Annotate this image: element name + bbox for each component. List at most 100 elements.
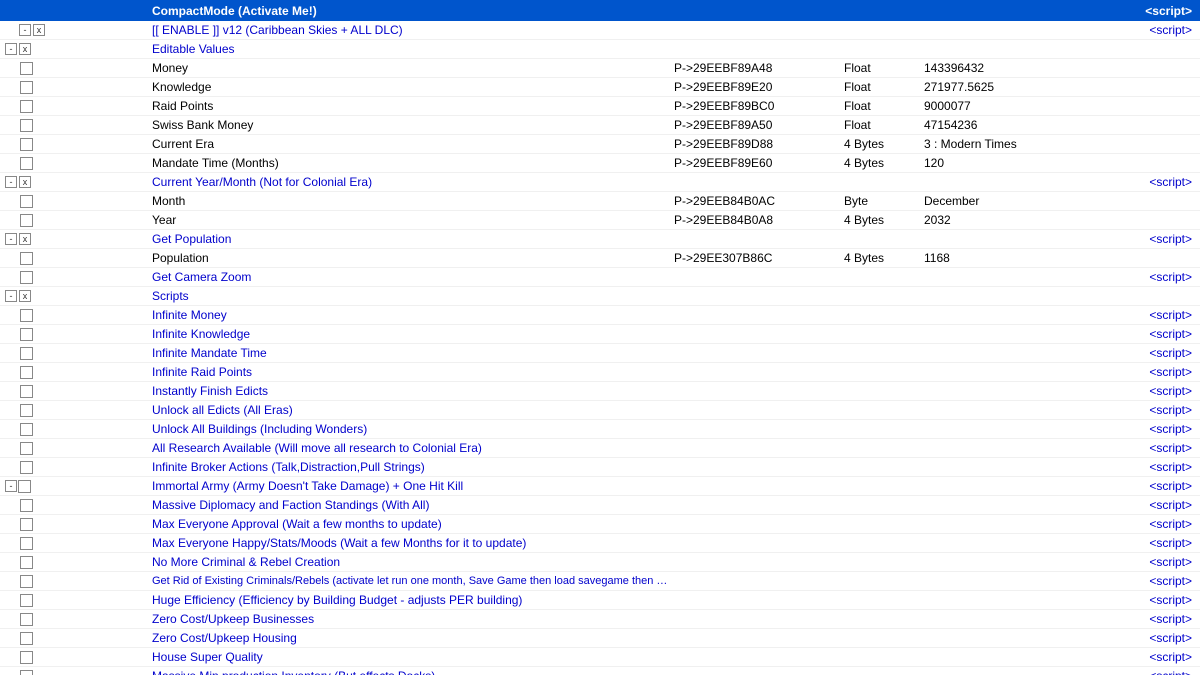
zero-cost-housing-row: Zero Cost/Upkeep Housing <script> bbox=[0, 629, 1200, 648]
unlock-edicts-checkbox[interactable] bbox=[20, 404, 33, 417]
editable-expand2[interactable]: x bbox=[19, 43, 31, 55]
year-month-expand2[interactable]: x bbox=[19, 176, 31, 188]
population-value[interactable]: 1168 bbox=[920, 251, 1120, 265]
huge-efficiency-label: Huge Efficiency (Efficiency by Building … bbox=[150, 593, 670, 607]
enable-expand2[interactable]: x bbox=[33, 24, 45, 36]
zero-cost-business-checkbox[interactable] bbox=[20, 613, 33, 626]
year-month-label: Current Year/Month (Not for Colonial Era… bbox=[150, 175, 670, 189]
year-value[interactable]: 2032 bbox=[920, 213, 1120, 227]
money-address: P->29EEBF89A48 bbox=[670, 61, 840, 75]
no-criminal-script: <script> bbox=[1120, 555, 1200, 569]
huge-efficiency-checkbox[interactable] bbox=[20, 594, 33, 607]
year-type: 4 Bytes bbox=[840, 213, 920, 227]
swiss-bank-value[interactable]: 47154236 bbox=[920, 118, 1120, 132]
month-type: Byte bbox=[840, 194, 920, 208]
current-era-checkbox[interactable] bbox=[20, 138, 33, 151]
money-row: Money P->29EEBF89A48 Float 143396432 bbox=[0, 59, 1200, 78]
infinite-broker-script: <script> bbox=[1120, 460, 1200, 474]
all-research-checkbox[interactable] bbox=[20, 442, 33, 455]
population-expand2[interactable]: x bbox=[19, 233, 31, 245]
house-super-quality-checkbox[interactable] bbox=[20, 651, 33, 664]
finish-edicts-checkbox[interactable] bbox=[20, 385, 33, 398]
immortal-army-checkbox[interactable] bbox=[18, 480, 31, 493]
current-era-address: P->29EEBF89D88 bbox=[670, 137, 840, 151]
huge-efficiency-script: <script> bbox=[1120, 593, 1200, 607]
month-address: P->29EEB84B0AC bbox=[670, 194, 840, 208]
enable-expand[interactable]: - bbox=[19, 24, 31, 36]
current-era-row: Current Era P->29EEBF89D88 4 Bytes 3 : M… bbox=[0, 135, 1200, 154]
infinite-broker-label: Infinite Broker Actions (Talk,Distractio… bbox=[150, 460, 670, 474]
current-era-type: 4 Bytes bbox=[840, 137, 920, 151]
camera-zoom-checkbox[interactable] bbox=[20, 271, 33, 284]
knowledge-type: Float bbox=[840, 80, 920, 94]
unlock-buildings-checkbox[interactable] bbox=[20, 423, 33, 436]
main-container[interactable]: CompactMode (Activate Me!) <script> - x … bbox=[0, 0, 1200, 675]
finish-edicts-label: Instantly Finish Edicts bbox=[150, 384, 670, 398]
month-checkbox[interactable] bbox=[20, 195, 33, 208]
year-checkbox[interactable] bbox=[20, 214, 33, 227]
scripts-label: Scripts bbox=[150, 289, 670, 303]
infinite-knowledge-checkbox[interactable] bbox=[20, 328, 33, 341]
camera-zoom-script: <script> bbox=[1120, 270, 1200, 284]
infinite-broker-row: Infinite Broker Actions (Talk,Distractio… bbox=[0, 458, 1200, 477]
infinite-raid-checkbox[interactable] bbox=[20, 366, 33, 379]
scripts-expand2[interactable]: x bbox=[19, 290, 31, 302]
get-rid-criminals-checkbox[interactable] bbox=[20, 575, 33, 588]
house-super-quality-script: <script> bbox=[1120, 650, 1200, 664]
swiss-bank-row: Swiss Bank Money P->29EEBF89A50 Float 47… bbox=[0, 116, 1200, 135]
month-value[interactable]: December bbox=[920, 194, 1120, 208]
finish-edicts-row: Instantly Finish Edicts <script> bbox=[0, 382, 1200, 401]
editable-expand[interactable]: - bbox=[5, 43, 17, 55]
no-criminal-checkbox[interactable] bbox=[20, 556, 33, 569]
unlock-buildings-row: Unlock All Buildings (Including Wonders)… bbox=[0, 420, 1200, 439]
mandate-time-checkbox[interactable] bbox=[20, 157, 33, 170]
infinite-money-label: Infinite Money bbox=[150, 308, 670, 322]
population-row: Population P->29EE307B86C 4 Bytes 1168 bbox=[0, 249, 1200, 268]
infinite-knowledge-row: Infinite Knowledge <script> bbox=[0, 325, 1200, 344]
immortal-army-expand[interactable]: - bbox=[5, 480, 17, 492]
population-section-label: Get Population bbox=[150, 232, 670, 246]
raid-points-label: Raid Points bbox=[150, 99, 670, 113]
max-approval-script: <script> bbox=[1120, 517, 1200, 531]
house-super-quality-row: House Super Quality <script> bbox=[0, 648, 1200, 667]
mandate-time-value[interactable]: 120 bbox=[920, 156, 1120, 170]
year-month-script: <script> bbox=[1120, 175, 1200, 189]
money-checkbox[interactable] bbox=[20, 62, 33, 75]
enable-script: <script> bbox=[1120, 23, 1200, 37]
massive-inventory-checkbox[interactable] bbox=[20, 670, 33, 675]
raid-points-checkbox[interactable] bbox=[20, 100, 33, 113]
current-era-value[interactable]: 3 : Modern Times bbox=[920, 137, 1120, 151]
max-approval-row: Max Everyone Approval (Wait a few months… bbox=[0, 515, 1200, 534]
zero-cost-housing-script: <script> bbox=[1120, 631, 1200, 645]
population-type: 4 Bytes bbox=[840, 251, 920, 265]
max-approval-checkbox[interactable] bbox=[20, 518, 33, 531]
knowledge-value[interactable]: 271977.5625 bbox=[920, 80, 1120, 94]
money-value[interactable]: 143396432 bbox=[920, 61, 1120, 75]
zero-cost-business-label: Zero Cost/Upkeep Businesses bbox=[150, 612, 670, 626]
infinite-mandate-script: <script> bbox=[1120, 346, 1200, 360]
infinite-money-checkbox[interactable] bbox=[20, 309, 33, 322]
population-expand[interactable]: - bbox=[5, 233, 17, 245]
knowledge-checkbox[interactable] bbox=[20, 81, 33, 94]
year-row: Year P->29EEB84B0A8 4 Bytes 2032 bbox=[0, 211, 1200, 230]
infinite-broker-checkbox[interactable] bbox=[20, 461, 33, 474]
raid-points-address: P->29EEBF89BC0 bbox=[670, 99, 840, 113]
raid-points-value[interactable]: 9000077 bbox=[920, 99, 1120, 113]
money-label: Money bbox=[150, 61, 670, 75]
infinite-money-row: Infinite Money <script> bbox=[0, 306, 1200, 325]
money-type: Float bbox=[840, 61, 920, 75]
massive-diplomacy-checkbox[interactable] bbox=[20, 499, 33, 512]
swiss-bank-checkbox[interactable] bbox=[20, 119, 33, 132]
max-happy-checkbox[interactable] bbox=[20, 537, 33, 550]
scripts-expand[interactable]: - bbox=[5, 290, 17, 302]
mandate-time-label: Mandate Time (Months) bbox=[150, 156, 670, 170]
all-research-row: All Research Available (Will move all re… bbox=[0, 439, 1200, 458]
year-month-expand[interactable]: - bbox=[5, 176, 17, 188]
infinite-mandate-checkbox[interactable] bbox=[20, 347, 33, 360]
no-criminal-row: No More Criminal & Rebel Creation <scrip… bbox=[0, 553, 1200, 572]
massive-diplomacy-row: Massive Diplomacy and Faction Standings … bbox=[0, 496, 1200, 515]
mandate-time-type: 4 Bytes bbox=[840, 156, 920, 170]
population-checkbox[interactable] bbox=[20, 252, 33, 265]
zero-cost-housing-checkbox[interactable] bbox=[20, 632, 33, 645]
raid-points-row: Raid Points P->29EEBF89BC0 Float 9000077 bbox=[0, 97, 1200, 116]
